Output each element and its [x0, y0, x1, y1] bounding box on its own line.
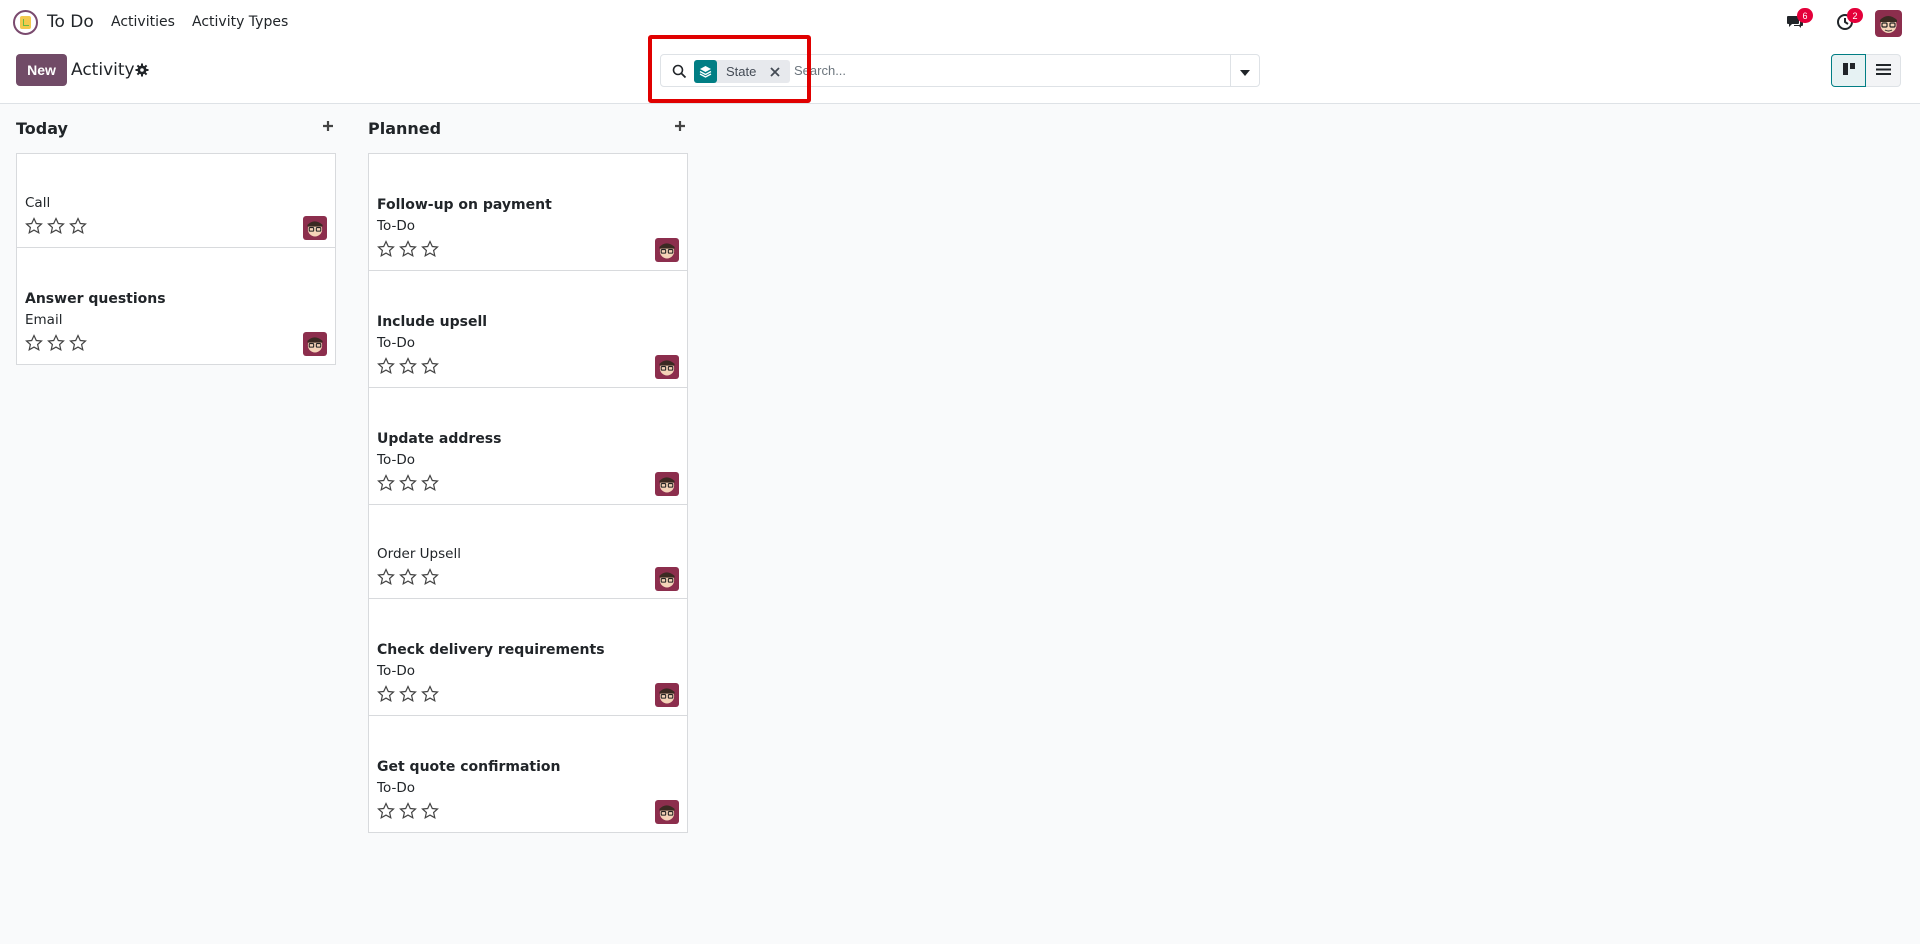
- star-icon[interactable]: [69, 334, 87, 352]
- search-options-toggle[interactable]: [1230, 55, 1259, 86]
- close-icon[interactable]: [768, 64, 782, 78]
- star-icon[interactable]: [421, 357, 439, 375]
- card-activity-type: To-Do: [377, 218, 415, 234]
- menu-activities[interactable]: Activities: [111, 14, 175, 30]
- priority-stars: [25, 334, 87, 352]
- column-title: Today: [16, 119, 68, 138]
- priority-stars: [25, 217, 87, 235]
- avatar[interactable]: [303, 332, 327, 356]
- search-facet-state: State: [694, 60, 790, 83]
- star-icon[interactable]: [421, 802, 439, 820]
- star-icon[interactable]: [377, 474, 395, 492]
- star-icon[interactable]: [399, 568, 417, 586]
- kanban-card[interactable]: Get quote confirmation To-Do: [368, 715, 688, 833]
- star-icon[interactable]: [377, 802, 395, 820]
- star-icon[interactable]: [399, 357, 417, 375]
- priority-stars: [377, 357, 439, 375]
- menu-activity-types[interactable]: Activity Types: [192, 14, 288, 30]
- app-name[interactable]: To Do: [47, 12, 94, 32]
- plus-icon[interactable]: [320, 118, 336, 134]
- kanban-card[interactable]: Update address To-Do: [368, 387, 688, 505]
- kanban-column-today: Today Call Answer questions Email: [16, 104, 336, 365]
- star-icon[interactable]: [399, 685, 417, 703]
- layers-icon: [694, 60, 717, 83]
- priority-stars: [377, 474, 439, 492]
- star-icon[interactable]: [377, 685, 395, 703]
- avatar[interactable]: [655, 238, 679, 262]
- card-activity-type: To-Do: [377, 780, 415, 796]
- card-activity-type: Order Upsell: [377, 546, 461, 562]
- priority-stars: [377, 568, 439, 586]
- star-icon[interactable]: [377, 357, 395, 375]
- top-navbar: To Do Activities Activity Types 6 2: [0, 0, 1920, 45]
- kanban-card[interactable]: Follow-up on payment To-Do: [368, 153, 688, 271]
- star-icon[interactable]: [47, 334, 65, 352]
- activities-clock-icon[interactable]: 2: [1834, 8, 1863, 33]
- search-icon[interactable]: [672, 64, 687, 79]
- list-icon: [1875, 61, 1891, 80]
- column-title: Planned: [368, 119, 442, 138]
- priority-stars: [377, 685, 439, 703]
- card-title: Check delivery requirements: [377, 642, 605, 658]
- star-icon[interactable]: [377, 240, 395, 258]
- star-icon[interactable]: [421, 240, 439, 258]
- avatar[interactable]: [655, 567, 679, 591]
- list-view-button[interactable]: [1866, 54, 1901, 87]
- card-title: Answer questions: [25, 291, 166, 307]
- search-bar: State: [660, 54, 1260, 87]
- todo-app-icon[interactable]: [13, 10, 38, 35]
- priority-stars: [377, 802, 439, 820]
- star-icon[interactable]: [69, 217, 87, 235]
- plus-icon[interactable]: [672, 118, 688, 134]
- card-activity-type: To-Do: [377, 452, 415, 468]
- view-switcher: [1831, 54, 1901, 87]
- star-icon[interactable]: [47, 217, 65, 235]
- kanban-view-button[interactable]: [1831, 54, 1866, 87]
- star-icon[interactable]: [421, 568, 439, 586]
- card-activity-type: To-Do: [377, 335, 415, 351]
- activities-badge: 2: [1847, 8, 1863, 23]
- kanban-column-planned: Planned Follow-up on payment To-Do Inclu…: [368, 104, 688, 833]
- star-icon[interactable]: [25, 334, 43, 352]
- column-header: Today: [16, 104, 336, 154]
- card-title: Update address: [377, 431, 502, 447]
- star-icon[interactable]: [25, 217, 43, 235]
- column-header: Planned: [368, 104, 688, 154]
- star-icon[interactable]: [421, 474, 439, 492]
- avatar[interactable]: [655, 355, 679, 379]
- breadcrumb: Activity: [71, 60, 135, 80]
- messages-badge: 6: [1797, 8, 1813, 23]
- search-input[interactable]: [794, 56, 1224, 85]
- facet-label: State: [726, 64, 757, 79]
- avatar[interactable]: [655, 683, 679, 707]
- star-icon[interactable]: [399, 240, 417, 258]
- messages-icon[interactable]: 6: [1784, 8, 1813, 33]
- kanban-card[interactable]: Order Upsell: [368, 504, 688, 599]
- control-panel: New Activity State: [0, 45, 1920, 104]
- avatar[interactable]: [655, 800, 679, 824]
- gear-icon[interactable]: [135, 62, 149, 77]
- kanban-card[interactable]: Include upsell To-Do: [368, 270, 688, 388]
- new-button[interactable]: New: [16, 54, 67, 86]
- priority-stars: [377, 240, 439, 258]
- card-title: Include upsell: [377, 314, 488, 330]
- star-icon[interactable]: [421, 685, 439, 703]
- card-activity-type: Call: [25, 195, 51, 211]
- avatar[interactable]: [655, 472, 679, 496]
- star-icon[interactable]: [399, 474, 417, 492]
- card-title: Get quote confirmation: [377, 759, 561, 775]
- card-title: Follow-up on payment: [377, 197, 552, 213]
- star-icon[interactable]: [377, 568, 395, 586]
- kanban-card[interactable]: Check delivery requirements To-Do: [368, 598, 688, 716]
- avatar[interactable]: [303, 216, 327, 240]
- card-activity-type: To-Do: [377, 663, 415, 679]
- caret-down-icon: [1240, 61, 1250, 80]
- kanban-card[interactable]: Call: [16, 153, 336, 248]
- user-avatar[interactable]: [1875, 10, 1902, 37]
- kanban-icon: [1842, 61, 1856, 80]
- kanban-card[interactable]: Answer questions Email: [16, 247, 336, 365]
- card-activity-type: Email: [25, 312, 63, 328]
- star-icon[interactable]: [399, 802, 417, 820]
